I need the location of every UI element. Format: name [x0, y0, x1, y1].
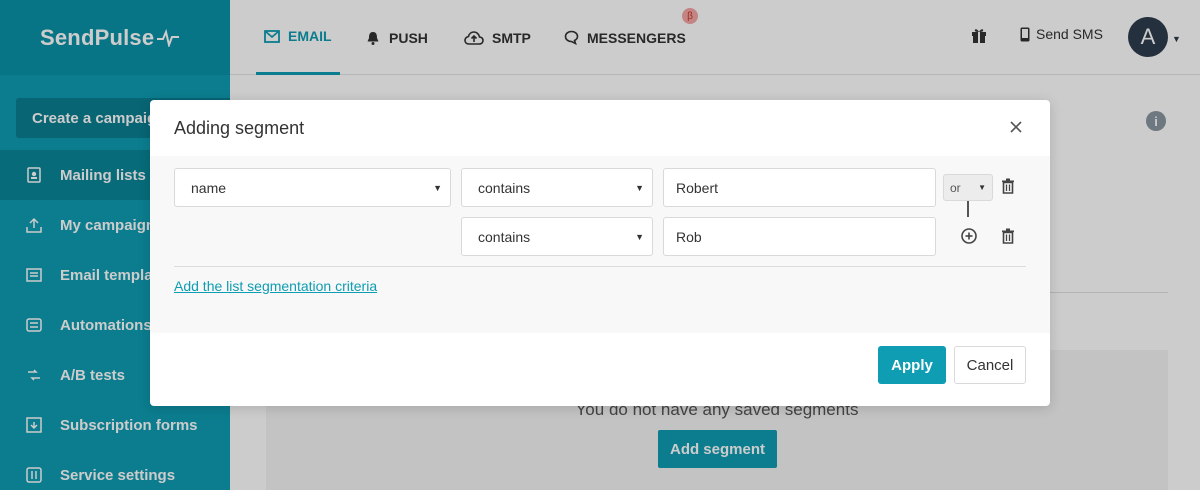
- connector-select-value: or: [950, 180, 961, 195]
- criteria-divider: [174, 266, 1026, 267]
- apply-button[interactable]: Apply: [878, 346, 946, 384]
- cancel-button[interactable]: Cancel: [954, 346, 1026, 384]
- add-condition-icon[interactable]: [961, 228, 977, 244]
- caret-down-icon: ▼: [978, 183, 986, 192]
- value-input-text: Rob: [676, 228, 702, 245]
- connector-line: [967, 201, 969, 217]
- caret-down-icon: ▼: [635, 183, 644, 193]
- connector-select[interactable]: or ▼: [943, 174, 993, 201]
- field-select-value: name: [191, 179, 227, 196]
- caret-down-icon: ▼: [433, 183, 442, 193]
- value-input-text: Robert: [676, 179, 719, 196]
- dialog-title: Adding segment: [174, 118, 305, 138]
- adding-segment-dialog: Adding segment name ▼ contains ▼ Robert …: [150, 100, 1050, 406]
- operator-select-value: contains: [478, 228, 531, 245]
- value-input[interactable]: Rob: [663, 217, 936, 256]
- operator-select[interactable]: contains ▼: [461, 168, 653, 207]
- add-criteria-link[interactable]: Add the list segmentation criteria: [174, 278, 377, 294]
- operator-select[interactable]: contains ▼: [461, 217, 653, 256]
- operator-select-value: contains: [478, 179, 531, 196]
- value-input[interactable]: Robert: [663, 168, 936, 207]
- field-select[interactable]: name ▼: [174, 168, 451, 207]
- close-icon[interactable]: [1008, 119, 1024, 135]
- caret-down-icon: ▼: [635, 232, 644, 242]
- trash-icon[interactable]: [1001, 228, 1015, 244]
- trash-icon[interactable]: [1001, 178, 1015, 194]
